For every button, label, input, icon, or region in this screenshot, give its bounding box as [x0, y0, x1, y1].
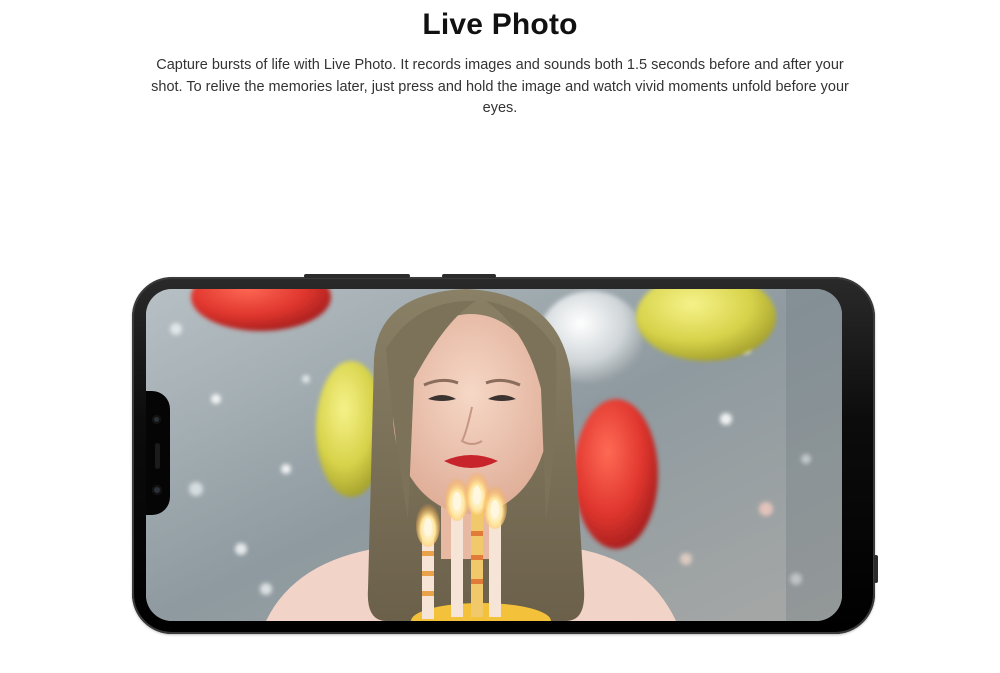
side-button: [874, 555, 878, 583]
front-camera-icon: [152, 415, 161, 424]
power-button: [442, 274, 496, 278]
page-title: Live Photo: [422, 8, 578, 41]
page: Live Photo Capture bursts of life with L…: [0, 0, 1000, 673]
phone-notch: [146, 391, 170, 515]
sensor-icon: [152, 485, 162, 495]
volume-button: [304, 274, 410, 278]
feature-description: Capture bursts of life with Live Photo. …: [151, 57, 849, 116]
phone-mockup: [132, 274, 878, 634]
speaker-icon: [155, 443, 160, 469]
live-photo-image[interactable]: [146, 289, 842, 621]
phone-screen: [146, 289, 842, 621]
